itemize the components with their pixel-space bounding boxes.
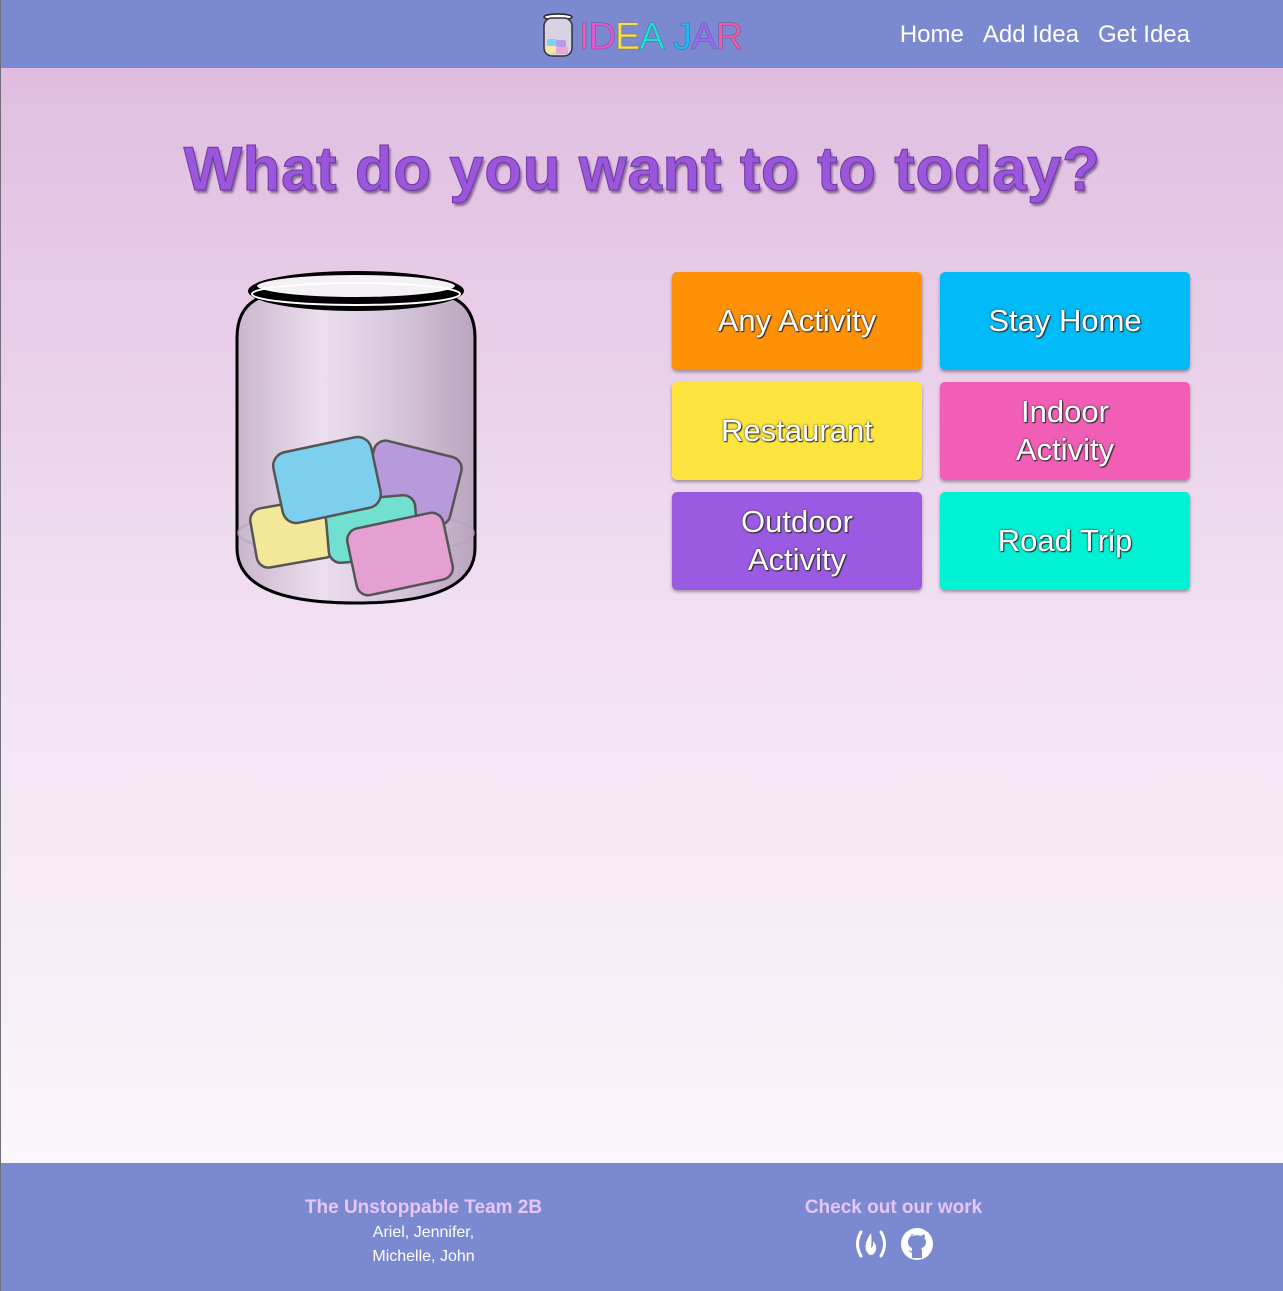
- restaurant-button[interactable]: Restaurant: [672, 382, 922, 480]
- nav-get-idea-link[interactable]: Get Idea: [1098, 20, 1190, 50]
- footer: The Unstoppable Team 2B Ariel, Jennifer,…: [1, 1163, 1283, 1291]
- freecodecamp-icon[interactable]: [853, 1227, 889, 1261]
- brand-letter: E: [615, 16, 641, 58]
- social-icons: [791, 1227, 996, 1261]
- indoor-activity-button[interactable]: Indoor Activity: [940, 382, 1190, 480]
- main-content: What do you want to to today? Any Activi: [1, 68, 1283, 1163]
- nav-menu: Home Add Idea Get Idea: [900, 20, 1190, 50]
- team-credits: The Unstoppable Team 2B Ariel, Jennifer,…: [301, 1197, 546, 1269]
- work-title: Check out our work: [804, 1197, 983, 1218]
- page-title: What do you want to to today?: [183, 135, 1101, 205]
- github-icon[interactable]: [899, 1227, 935, 1261]
- any-activity-button[interactable]: Any Activity: [672, 272, 922, 370]
- jar-logo-icon: [543, 13, 573, 57]
- brand-letter: J: [673, 16, 693, 58]
- navbar: IDEA JAR Home Add Idea Get Idea: [1, 0, 1283, 68]
- stay-home-button[interactable]: Stay Home: [940, 272, 1190, 370]
- brand-letter: I: [579, 16, 590, 58]
- team-title: The Unstoppable Team 2B: [304, 1197, 543, 1218]
- work-links: Check out our work: [791, 1197, 996, 1261]
- brand-letter: A: [691, 16, 717, 58]
- brand-letter: R: [715, 16, 743, 58]
- brand-logo[interactable]: IDEA JAR: [541, 12, 744, 60]
- outdoor-activity-button[interactable]: Outdoor Activity: [672, 492, 922, 590]
- nav-add-idea-link[interactable]: Add Idea: [983, 20, 1079, 50]
- road-trip-button[interactable]: Road Trip: [940, 492, 1190, 590]
- nav-home-link[interactable]: Home: [900, 20, 964, 50]
- idea-jar-illustration: [235, 271, 477, 605]
- team-members: Ariel, Jennifer, Michelle, John: [372, 1224, 475, 1265]
- brand-letter: D: [588, 16, 616, 58]
- brand-letter: A: [639, 16, 665, 58]
- brand-title: IDEA JAR: [579, 16, 744, 58]
- category-grid: Any Activity Stay Home Restaurant Indoor…: [672, 272, 1190, 590]
- brand-letter: [664, 16, 674, 58]
